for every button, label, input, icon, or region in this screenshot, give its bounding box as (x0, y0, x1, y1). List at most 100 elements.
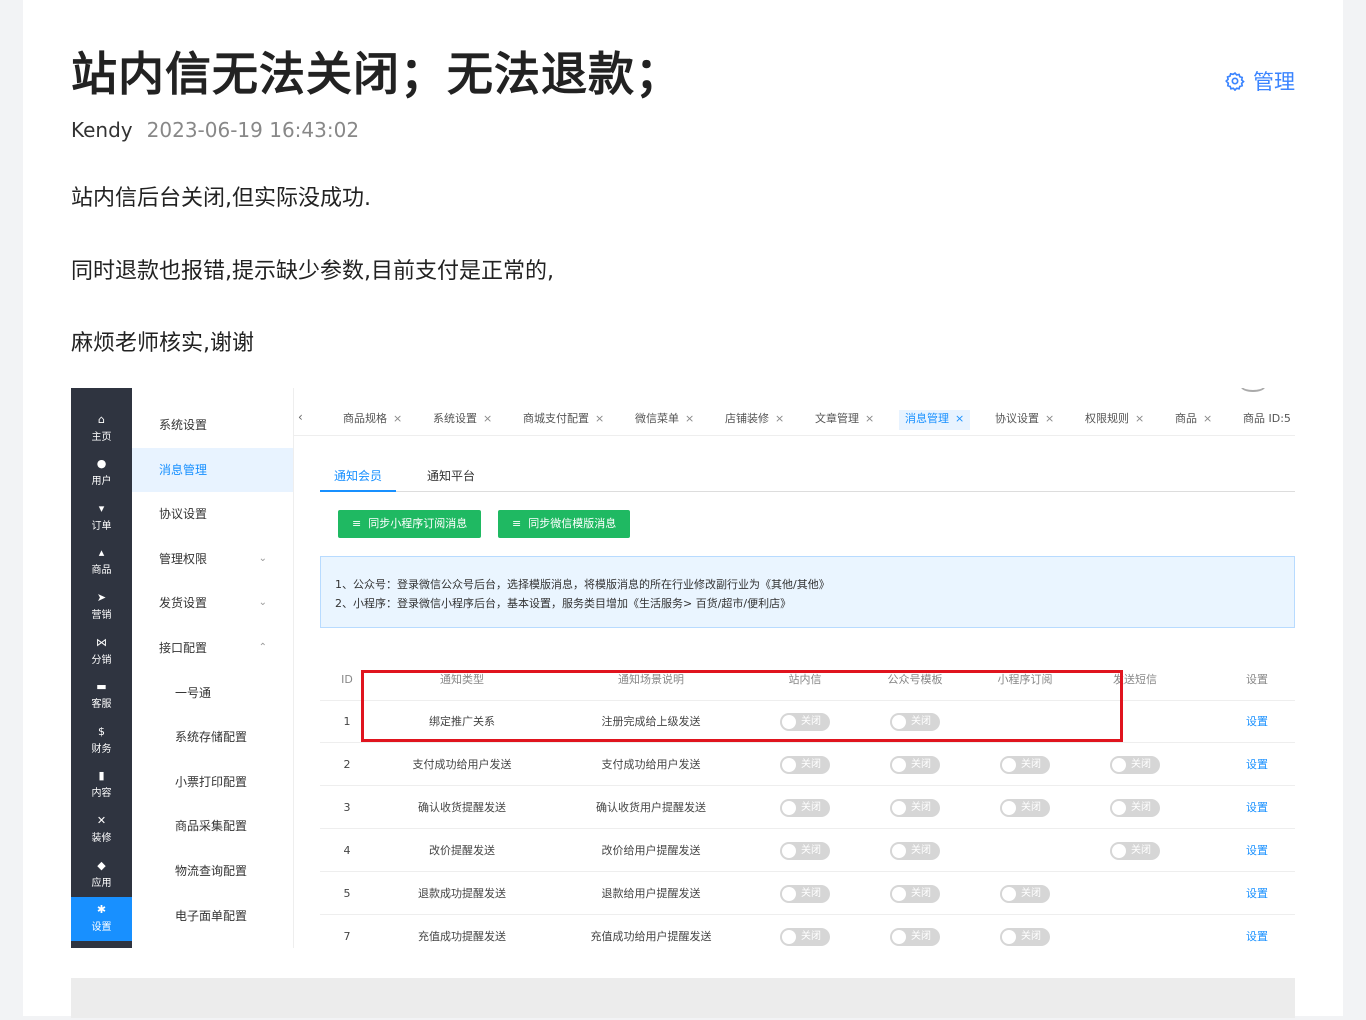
toggle-switch[interactable]: 关闭 (1000, 756, 1050, 774)
nav-item-2[interactable]: ▾ 订单 (71, 495, 132, 539)
row-settings-link[interactable]: 设置 (1246, 872, 1268, 915)
manage-button[interactable]: 管理 (1225, 66, 1295, 96)
chevron-left-icon[interactable]: ‹ (298, 410, 303, 424)
sub-nav-item[interactable]: 协议设置 (132, 492, 293, 536)
switch-knob (782, 930, 796, 944)
sub-nav-item[interactable]: 一号通 (132, 671, 293, 715)
close-icon[interactable]: × (865, 412, 874, 425)
sub-nav-label: 物流查询配置 (175, 864, 248, 878)
admin-tab[interactable]: 系统设置 × (427, 410, 498, 430)
toggle-switch[interactable]: 关闭 (890, 928, 940, 946)
row-settings-link[interactable]: 设置 (1246, 829, 1268, 872)
toggle-switch[interactable]: 关闭 (1000, 799, 1050, 817)
admin-tab[interactable]: 商城支付配置 × (517, 410, 610, 430)
sub-nav-label: 协议设置 (159, 507, 208, 522)
admin-tab[interactable]: 消息管理 × (899, 410, 971, 430)
switch-knob (892, 930, 906, 944)
nav-item-label: 营销 (91, 609, 112, 621)
cart-icon: ▾ (98, 501, 105, 515)
admin-sub-nav: 系统设置 消息管理协议设置管理权限 ⌄ 发货设置 ⌄ 接口配置 ⌃ 一号通 系统存储配置 小票打印… (132, 388, 294, 948)
toggle-switch[interactable]: 关闭 (780, 842, 830, 860)
sub-nav-item[interactable]: 系统设置 (132, 403, 293, 447)
row-settings-link[interactable]: 设置 (1246, 915, 1268, 948)
toggle-switch[interactable]: 关闭 (1000, 885, 1050, 903)
nav-item-8[interactable]: ▮ 内容 (71, 763, 132, 807)
chevron-icon: ⌄ (258, 552, 267, 564)
toggle-switch[interactable]: 关闭 (890, 756, 940, 774)
toggle-switch[interactable]: 关闭 (780, 799, 830, 817)
nav-item-3[interactable]: ▴ 商品 (71, 540, 132, 584)
nav-item-11[interactable]: ✱ 设置 (71, 896, 132, 941)
nav-item-0[interactable]: ⌂ 主页 (71, 406, 132, 450)
sub-nav-item[interactable]: 管理权限 ⌄ (132, 537, 293, 581)
sub-nav-label: 接口配置 (159, 641, 208, 655)
toggle-switch[interactable]: 关闭 (890, 799, 940, 817)
sync-wechat-template-button[interactable]: ≡ 同步微信模版消息 (498, 510, 631, 538)
sub-nav-item[interactable]: 系统存储配置 (132, 715, 293, 759)
nav-item-7[interactable]: $ 财务 (71, 718, 132, 762)
close-icon[interactable]: × (1135, 412, 1144, 425)
close-icon[interactable]: × (685, 412, 694, 425)
sub-nav-item[interactable]: 发货设置 ⌄ (132, 581, 293, 625)
admin-tab[interactable]: 文章管理 × (809, 410, 880, 430)
nav-item-label: 订单 (91, 520, 112, 532)
admin-tab[interactable]: 微信菜单 × (629, 410, 700, 430)
nav-item-label: 分销 (91, 654, 112, 666)
close-icon[interactable]: × (483, 412, 492, 425)
toggle-switch[interactable]: 关闭 (780, 756, 830, 774)
notify-tabs: 通知会员 通知平台 (320, 458, 1295, 492)
close-icon[interactable]: × (1203, 412, 1212, 425)
toggle-switch[interactable]: 关闭 (1000, 928, 1050, 946)
row-scene: 确认收货用户提醒发送 (596, 801, 706, 814)
switch-label: 关闭 (1021, 931, 1041, 942)
row-settings-link[interactable]: 设置 (1246, 743, 1268, 786)
switch-label: 关闭 (1021, 802, 1041, 813)
sub-nav-item[interactable]: 商品采集配置 (132, 804, 293, 848)
close-icon[interactable]: × (955, 412, 964, 425)
close-icon[interactable]: × (1045, 412, 1054, 425)
nav-item-4[interactable]: ➤ 营销 (71, 584, 132, 628)
row-settings-link[interactable]: 设置 (1246, 786, 1268, 829)
table-row: 5 退款成功提醒发送 退款给用户提醒发送 关闭 关闭 关闭 设置 (320, 872, 1295, 915)
attached-screenshot[interactable]: ⌂ 主页 ● 用户 ▾ 订单 ▴ 商品 ➤ 营销 ⋈ 分销 ▬ 客服 $ 财务 ▮ 内容 ✕ 装修 ◆ 应用 ✱ 设置 系统设… (71, 388, 1295, 948)
nav-item-9[interactable]: ✕ 装修 (71, 807, 132, 851)
toggle-switch[interactable]: 关闭 (780, 885, 830, 903)
switch-label: 关闭 (801, 802, 821, 813)
nav-item-6[interactable]: ▬ 客服 (71, 674, 132, 718)
toggle-switch[interactable]: 关闭 (1110, 756, 1160, 774)
author-name[interactable]: Kendy (71, 118, 133, 142)
row-settings-link[interactable]: 设置 (1246, 700, 1268, 743)
admin-tab[interactable]: 商品 × (1169, 410, 1218, 430)
post-paragraph: 同时退款也报错,提示缺少参数,目前支付是正常的, (71, 259, 554, 284)
admin-tab[interactable]: 权限规则 × (1079, 410, 1150, 430)
close-icon[interactable]: × (595, 412, 604, 425)
nav-item-label: 财务 (91, 743, 112, 755)
nav-item-5[interactable]: ⋈ 分销 (71, 629, 132, 673)
nav-item-1[interactable]: ● 用户 (71, 451, 132, 495)
tab-notify-member[interactable]: 通知会员 (320, 466, 397, 492)
admin-tab-label: 权限规则 (1085, 412, 1129, 425)
close-icon[interactable]: × (775, 412, 784, 425)
column-header: ID (341, 673, 353, 686)
toggle-switch[interactable]: 关闭 (890, 885, 940, 903)
admin-tab[interactable]: 商品 ID:5 (1237, 410, 1295, 430)
admin-tab[interactable]: 协议设置 × (989, 410, 1060, 430)
toggle-switch[interactable]: 关闭 (890, 842, 940, 860)
admin-tab[interactable]: 店铺装修 × (719, 410, 790, 430)
tab-notify-platform[interactable]: 通知平台 (413, 466, 489, 492)
admin-tab[interactable]: 商品规格 × (337, 410, 408, 430)
sub-nav-item[interactable]: 消息管理 (132, 447, 293, 492)
admin-tab-label: 微信菜单 (635, 412, 679, 425)
toggle-switch[interactable]: 关闭 (1110, 842, 1160, 860)
close-icon[interactable]: × (393, 412, 402, 425)
sub-nav-item[interactable]: 接口配置 ⌃ (132, 626, 293, 670)
toggle-switch[interactable]: 关闭 (780, 928, 830, 946)
toggle-switch[interactable]: 关闭 (1110, 799, 1160, 817)
sync-miniprogram-button[interactable]: ≡ 同步小程序订阅消息 (338, 510, 482, 538)
sub-nav-item[interactable]: 物流查询配置 (132, 849, 293, 893)
sub-nav-label: 商品采集配置 (175, 819, 248, 834)
sub-nav-item[interactable]: 电子面单配置 (132, 894, 293, 938)
nav-item-10[interactable]: ◆ 应用 (71, 852, 132, 896)
sub-nav-item[interactable]: 小票打印配置 (132, 760, 293, 804)
admin-tab-label: 消息管理 (905, 412, 949, 425)
